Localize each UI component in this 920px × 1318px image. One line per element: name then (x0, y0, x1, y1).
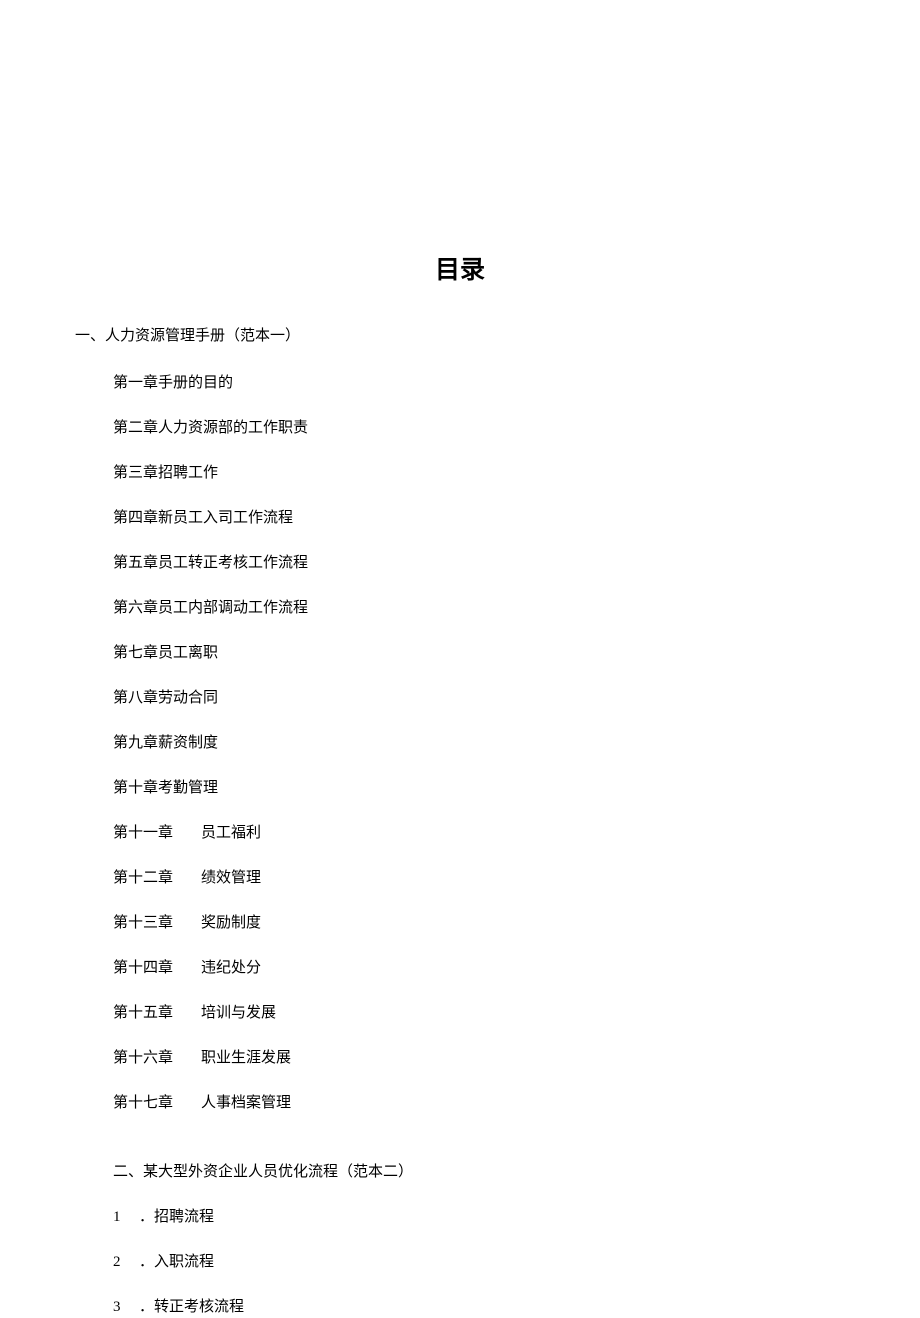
toc-item: 第十五章 培训与发展 (113, 1003, 845, 1024)
document-page: 目录 一、人力资源管理手册（范本一） 第一章手册的目的 第二章人力资源部的工作职… (0, 0, 920, 1318)
item-title: ．转正考核流程 (139, 1299, 244, 1315)
toc-item: 第十三章 奖励制度 (113, 913, 845, 934)
toc-item: 第二章人力资源部的工作职责 (113, 418, 845, 439)
toc-item: 第七章员工离职 (113, 643, 845, 664)
document-title: 目录 (75, 250, 845, 286)
toc-chapter: 第十一章 (113, 823, 201, 844)
toc-chapter: 第十四章 (113, 958, 201, 979)
item-title: ．入职流程 (139, 1254, 214, 1270)
toc-chapter-title: 绩效管理 (201, 868, 261, 889)
toc-chapter-title: 人事档案管理 (201, 1093, 291, 1114)
toc-item: 第五章员工转正考核工作流程 (113, 553, 845, 574)
item-number: 3 (113, 1297, 139, 1318)
numbered-item: 3．转正考核流程 (113, 1297, 845, 1318)
toc-chapter: 第十三章 (113, 913, 201, 934)
toc-item: 第八章劳动合同 (113, 688, 845, 709)
toc-chapter-title: 违纪处分 (201, 958, 261, 979)
item-number: 1 (113, 1207, 139, 1228)
toc-chapter-title: 培训与发展 (201, 1003, 276, 1024)
toc-item: 第四章新员工入司工作流程 (113, 508, 845, 529)
toc-item: 第十二章 绩效管理 (113, 868, 845, 889)
toc-chapter: 第十六章 (113, 1048, 201, 1069)
item-number: 2 (113, 1252, 139, 1273)
numbered-item: 1．招聘流程 (113, 1207, 845, 1228)
toc-list-section1: 第一章手册的目的 第二章人力资源部的工作职责 第三章招聘工作 第四章新员工入司工… (75, 373, 845, 1114)
toc-item: 第十四章 违纪处分 (113, 958, 845, 979)
section2: 二、某大型外资企业人员优化流程（范本二） 1．招聘流程 2．入职流程 3．转正考… (75, 1162, 845, 1318)
section1-heading: 一、人力资源管理手册（范本一） (75, 326, 845, 347)
section2-heading: 二、某大型外资企业人员优化流程（范本二） (113, 1162, 845, 1183)
toc-chapter-title: 职业生涯发展 (201, 1048, 291, 1069)
toc-item: 第九章薪资制度 (113, 733, 845, 754)
toc-item: 第十七章 人事档案管理 (113, 1093, 845, 1114)
toc-item: 第十一章 员工福利 (113, 823, 845, 844)
toc-item: 第十六章 职业生涯发展 (113, 1048, 845, 1069)
toc-item: 第十章考勤管理 (113, 778, 845, 799)
toc-item: 第三章招聘工作 (113, 463, 845, 484)
toc-item: 第六章员工内部调动工作流程 (113, 598, 845, 619)
item-title: ．招聘流程 (139, 1209, 214, 1225)
numbered-item: 2．入职流程 (113, 1252, 845, 1273)
toc-chapter-title: 员工福利 (201, 823, 261, 844)
toc-chapter: 第十五章 (113, 1003, 201, 1024)
toc-chapter: 第十七章 (113, 1093, 201, 1114)
toc-chapter: 第十二章 (113, 868, 201, 889)
toc-item: 第一章手册的目的 (113, 373, 845, 394)
toc-chapter-title: 奖励制度 (201, 913, 261, 934)
